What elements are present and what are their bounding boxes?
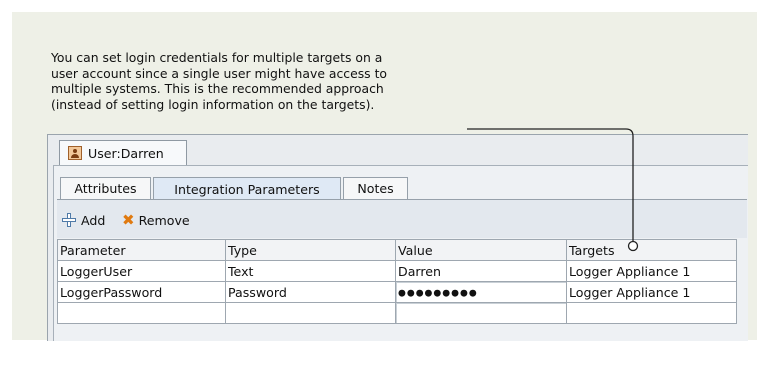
tab-integration-parameters[interactable]: Integration Parameters <box>153 177 341 200</box>
remove-button[interactable]: ✖ Remove <box>122 210 190 230</box>
tab-label: Integration Parameters <box>174 181 320 197</box>
table-row[interactable] <box>57 302 737 324</box>
cell-type[interactable] <box>225 302 396 324</box>
add-button-label: Add <box>81 212 106 228</box>
cell-targets[interactable]: Logger Appliance 1 <box>566 281 737 303</box>
cell-targets[interactable]: Logger Appliance 1 <box>566 260 737 282</box>
add-icon <box>62 213 76 227</box>
column-header-targets[interactable]: Targets <box>566 239 737 261</box>
password-mask: ●●●●●●●●● <box>398 288 478 298</box>
password-value-field[interactable]: ●●●●●●●●● <box>395 281 567 303</box>
callout-line: You can set login credentials for multip… <box>51 50 383 65</box>
remove-button-label: Remove <box>138 212 190 228</box>
cell-type[interactable]: Text <box>225 260 396 282</box>
tab-label: Notes <box>357 181 394 196</box>
document-tab-label: User:Darren <box>88 145 164 161</box>
cell-parameter[interactable]: LoggerUser <box>57 260 226 282</box>
remove-icon: ✖ <box>122 211 135 229</box>
column-header-value[interactable]: Value <box>395 239 567 261</box>
table-row[interactable]: LoggerPassword Password ●●●●●●●●● Logger… <box>57 281 737 303</box>
cell-value[interactable]: Darren <box>395 260 567 282</box>
cell-targets[interactable] <box>566 302 737 324</box>
cell-parameter[interactable] <box>57 302 226 324</box>
callout-text: You can set login credentials for multip… <box>51 50 481 112</box>
callout-line: multiple systems. This is the recommende… <box>51 81 384 97</box>
user-icon <box>68 146 82 160</box>
tab-notes[interactable]: Notes <box>343 177 408 199</box>
cell-value[interactable] <box>395 302 567 324</box>
column-header-parameter[interactable]: Parameter <box>57 239 226 261</box>
table-header-row: Parameter Type Value Targets <box>57 239 737 261</box>
add-button[interactable]: Add <box>62 210 105 230</box>
tab-label: Attributes <box>74 181 137 196</box>
document-tab-user-darren[interactable]: User:Darren <box>59 140 187 165</box>
column-header-type[interactable]: Type <box>225 239 396 261</box>
tab-attributes[interactable]: Attributes <box>60 177 151 199</box>
table-row[interactable]: LoggerUser Text Darren Logger Appliance … <box>57 260 737 282</box>
callout-line: user account since a single user might h… <box>51 65 388 81</box>
callout-line: (instead of setting login information on… <box>51 96 375 112</box>
parameters-table: Parameter Type Value Targets LoggerUser … <box>57 239 737 324</box>
cell-parameter[interactable]: LoggerPassword <box>57 281 226 303</box>
cell-type[interactable]: Password <box>225 281 396 303</box>
